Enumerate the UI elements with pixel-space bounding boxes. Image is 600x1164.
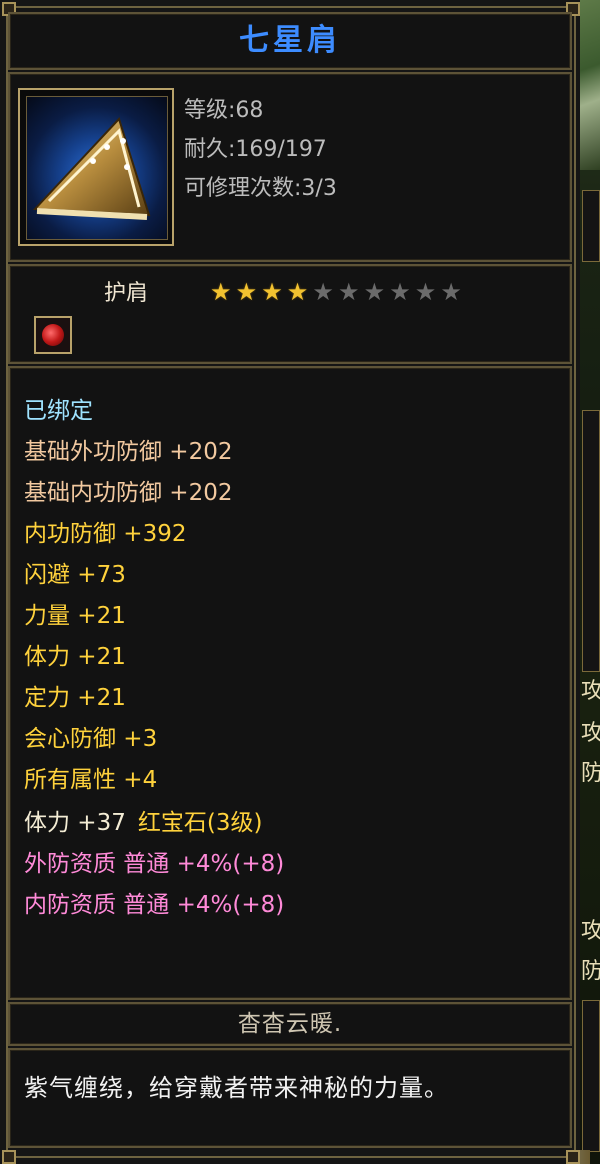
gem-socket-icon	[34, 316, 72, 354]
red-gem-icon	[42, 324, 64, 346]
item-type: 护肩	[104, 281, 149, 306]
item-repair-count: 可修理次数:3/3	[184, 176, 337, 201]
bound-status: 已绑定	[24, 398, 93, 424]
stat-line: 基础外功防御 +202	[24, 439, 233, 465]
background-panel-rail	[582, 1000, 600, 1152]
item-name: 七星肩	[239, 23, 341, 58]
frame-corner	[566, 1150, 580, 1164]
stat-line: 基础内功防御 +202	[24, 480, 233, 506]
background-panel-rail	[582, 190, 600, 262]
crafter-name: 杳杳云暖.	[237, 1011, 343, 1037]
quality-line: 外防资质 普通 +4%(+8)	[24, 851, 285, 877]
background-scene	[580, 0, 600, 170]
gem-stat-line: 体力 +37 红宝石(3级)	[24, 808, 262, 838]
shoulder-armor-icon	[26, 96, 168, 240]
background-glyph: 攻	[581, 919, 600, 944]
gem-name: 红宝石(3级)	[137, 810, 263, 836]
background-glyph: 攻	[581, 679, 600, 704]
star-empty-icon: ★	[389, 278, 411, 306]
star-empty-icon: ★	[312, 278, 334, 306]
frame-corner	[2, 1150, 16, 1164]
star-filled-icon: ★	[235, 278, 258, 306]
item-level: 等级:68	[184, 98, 264, 123]
background-glyph: 防	[581, 959, 600, 984]
stat-line: 体力 +21	[24, 644, 126, 670]
stat-line: 力量 +21	[24, 603, 126, 629]
quality-line: 内防资质 普通 +4%(+8)	[24, 892, 285, 918]
item-icon-frame	[18, 88, 174, 246]
star-filled-icon: ★	[261, 278, 283, 306]
item-description: 紫气缠绕，给穿戴者带来神秘的力量。	[24, 1074, 449, 1102]
stat-line: 闪避 +73	[24, 562, 126, 588]
star-filled-icon: ★	[210, 278, 232, 306]
star-empty-icon: ★	[440, 278, 462, 306]
stat-line: 内功防御 +392	[24, 521, 187, 547]
stat-line: 定力 +21	[24, 685, 126, 711]
shoulder-armor-icon-graphic	[32, 117, 151, 220]
item-tooltip: 七星肩 等级:68 耐久:169/197 可修理次数:3/3 护肩 ★ ★ ★ …	[0, 0, 580, 1164]
star-empty-icon: ★	[338, 278, 360, 306]
background-game-ui: 攻 攻 防 攻 防	[580, 0, 600, 1164]
star-empty-icon: ★	[363, 278, 386, 306]
star-filled-icon: ★	[286, 278, 309, 306]
background-panel-rail	[582, 410, 600, 672]
stat-line: 会心防御 +3	[24, 726, 158, 752]
background-glyph: 防	[581, 761, 600, 786]
item-durability: 耐久:169/197	[184, 137, 327, 162]
star-empty-icon: ★	[414, 278, 437, 306]
gem-stat-value: 体力 +37	[24, 810, 126, 836]
stat-line: 所有属性 +4	[24, 767, 158, 793]
background-glyph: 攻	[581, 721, 600, 746]
